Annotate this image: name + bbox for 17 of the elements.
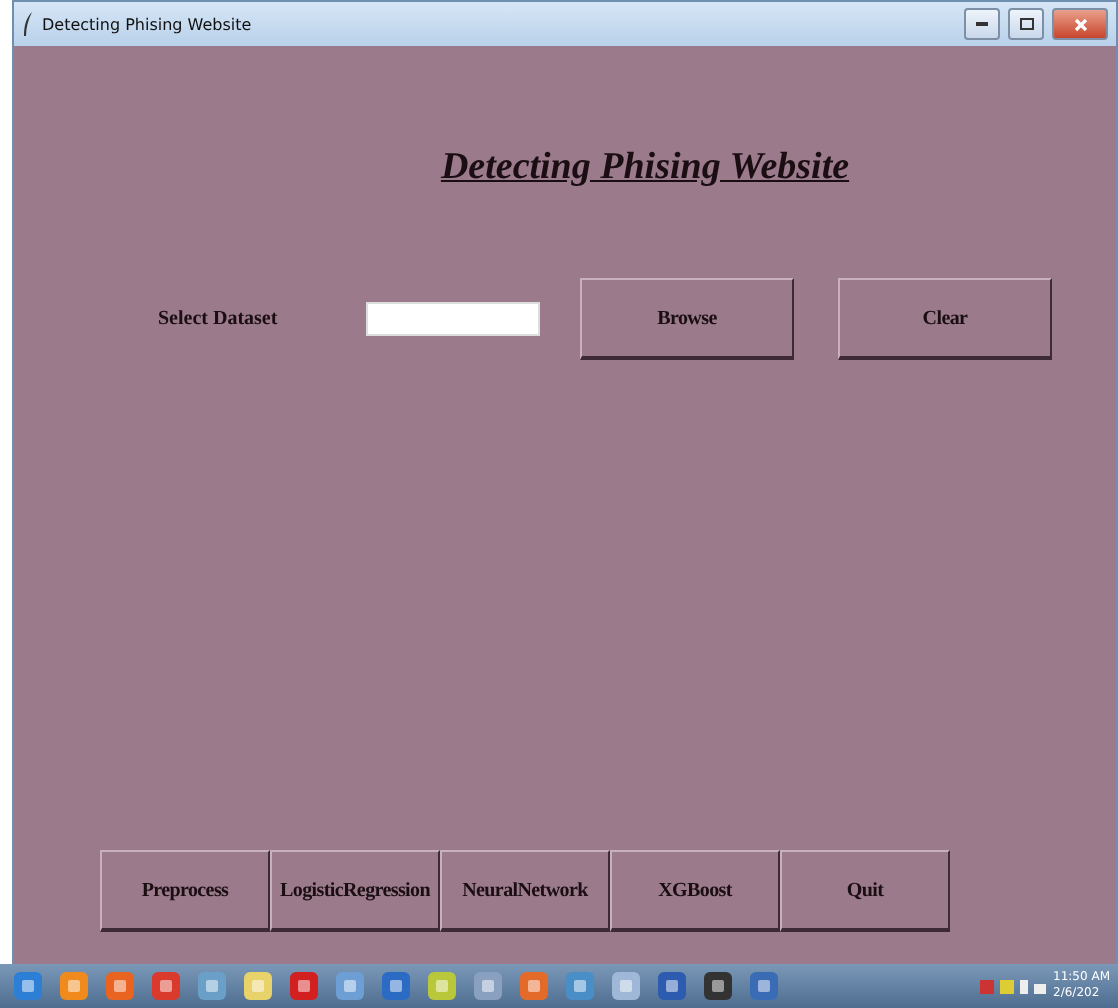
minimize-button[interactable] (964, 8, 1000, 40)
action-button[interactable]: NeuralNetwork (440, 850, 610, 932)
action-button[interactable]: Preprocess (100, 850, 270, 932)
window-title: Detecting Phising Website (42, 15, 254, 33)
action-button[interactable]: LogisticRegression (270, 850, 440, 932)
browse-button[interactable]: Browse (580, 278, 794, 360)
maximize-button[interactable] (1008, 8, 1044, 40)
minimize-icon (976, 21, 988, 27)
field-label: Select Dataset (158, 308, 280, 330)
dataset-field[interactable] (366, 302, 540, 336)
clear-button[interactable]: Clear (838, 278, 1052, 360)
heading: Detecting Phising Website (440, 146, 850, 190)
maximize-icon (1019, 18, 1033, 30)
close-button[interactable] (1052, 8, 1108, 40)
close-icon (1073, 17, 1087, 31)
action-button[interactable]: XGBoost (610, 850, 780, 932)
action-button[interactable]: Quit (780, 850, 950, 932)
